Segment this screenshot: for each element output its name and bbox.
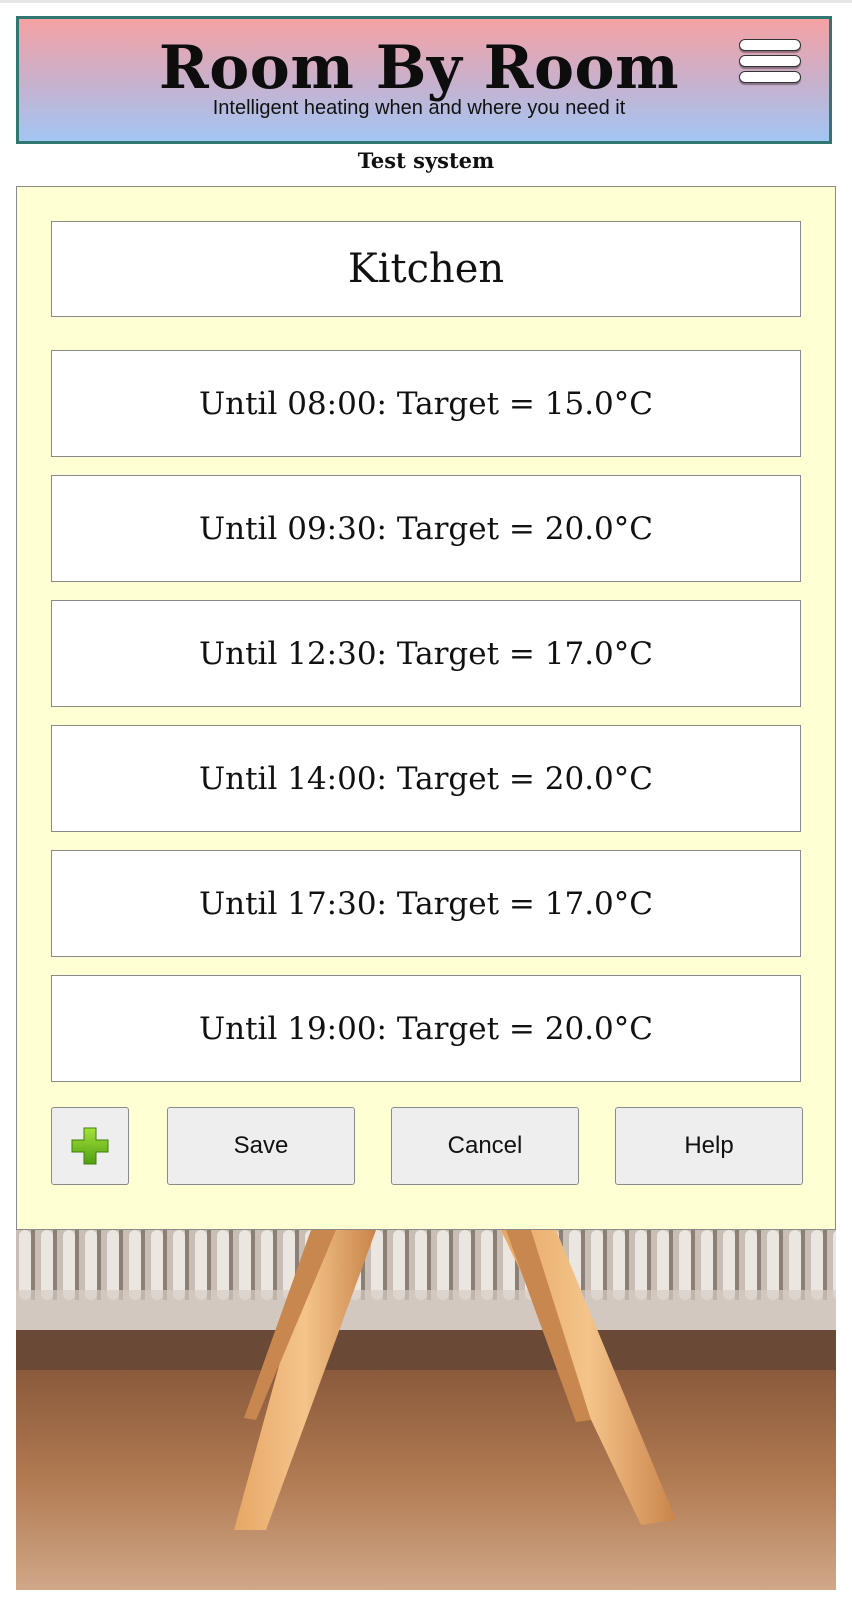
room-name: Kitchen bbox=[51, 221, 801, 317]
schedule-slot[interactable]: Until 09:30: Target = 20.0°C bbox=[51, 475, 801, 582]
add-slot-button[interactable] bbox=[51, 1107, 129, 1185]
radiator-chair-image bbox=[16, 1230, 836, 1590]
app-header: Room By Room Intelligent heating when an… bbox=[16, 16, 832, 144]
help-button[interactable]: Help bbox=[615, 1107, 803, 1185]
system-name: Test system bbox=[357, 148, 495, 173]
schedule-slot[interactable]: Until 12:30: Target = 17.0°C bbox=[51, 600, 801, 707]
hamburger-menu-icon[interactable] bbox=[735, 37, 805, 93]
schedule-slot[interactable]: Until 14:00: Target = 20.0°C bbox=[51, 725, 801, 832]
app-title: Room By Room bbox=[158, 33, 680, 103]
top-divider bbox=[0, 0, 852, 3]
schedule-slot[interactable]: Until 19:00: Target = 20.0°C bbox=[51, 975, 801, 1082]
cancel-button[interactable]: Cancel bbox=[391, 1107, 579, 1185]
room-schedule-panel: Kitchen Until 08:00: Target = 15.0°C Unt… bbox=[16, 186, 836, 1230]
save-button[interactable]: Save bbox=[167, 1107, 355, 1185]
schedule-slot[interactable]: Until 17:30: Target = 17.0°C bbox=[51, 850, 801, 957]
green-plus-icon bbox=[71, 1127, 109, 1165]
schedule-list: Until 08:00: Target = 15.0°C Until 09:30… bbox=[51, 350, 801, 1100]
room-photo bbox=[16, 1230, 836, 1590]
schedule-slot[interactable]: Until 08:00: Target = 15.0°C bbox=[51, 350, 801, 457]
app-subtitle: Intelligent heating when and where you n… bbox=[212, 97, 626, 119]
